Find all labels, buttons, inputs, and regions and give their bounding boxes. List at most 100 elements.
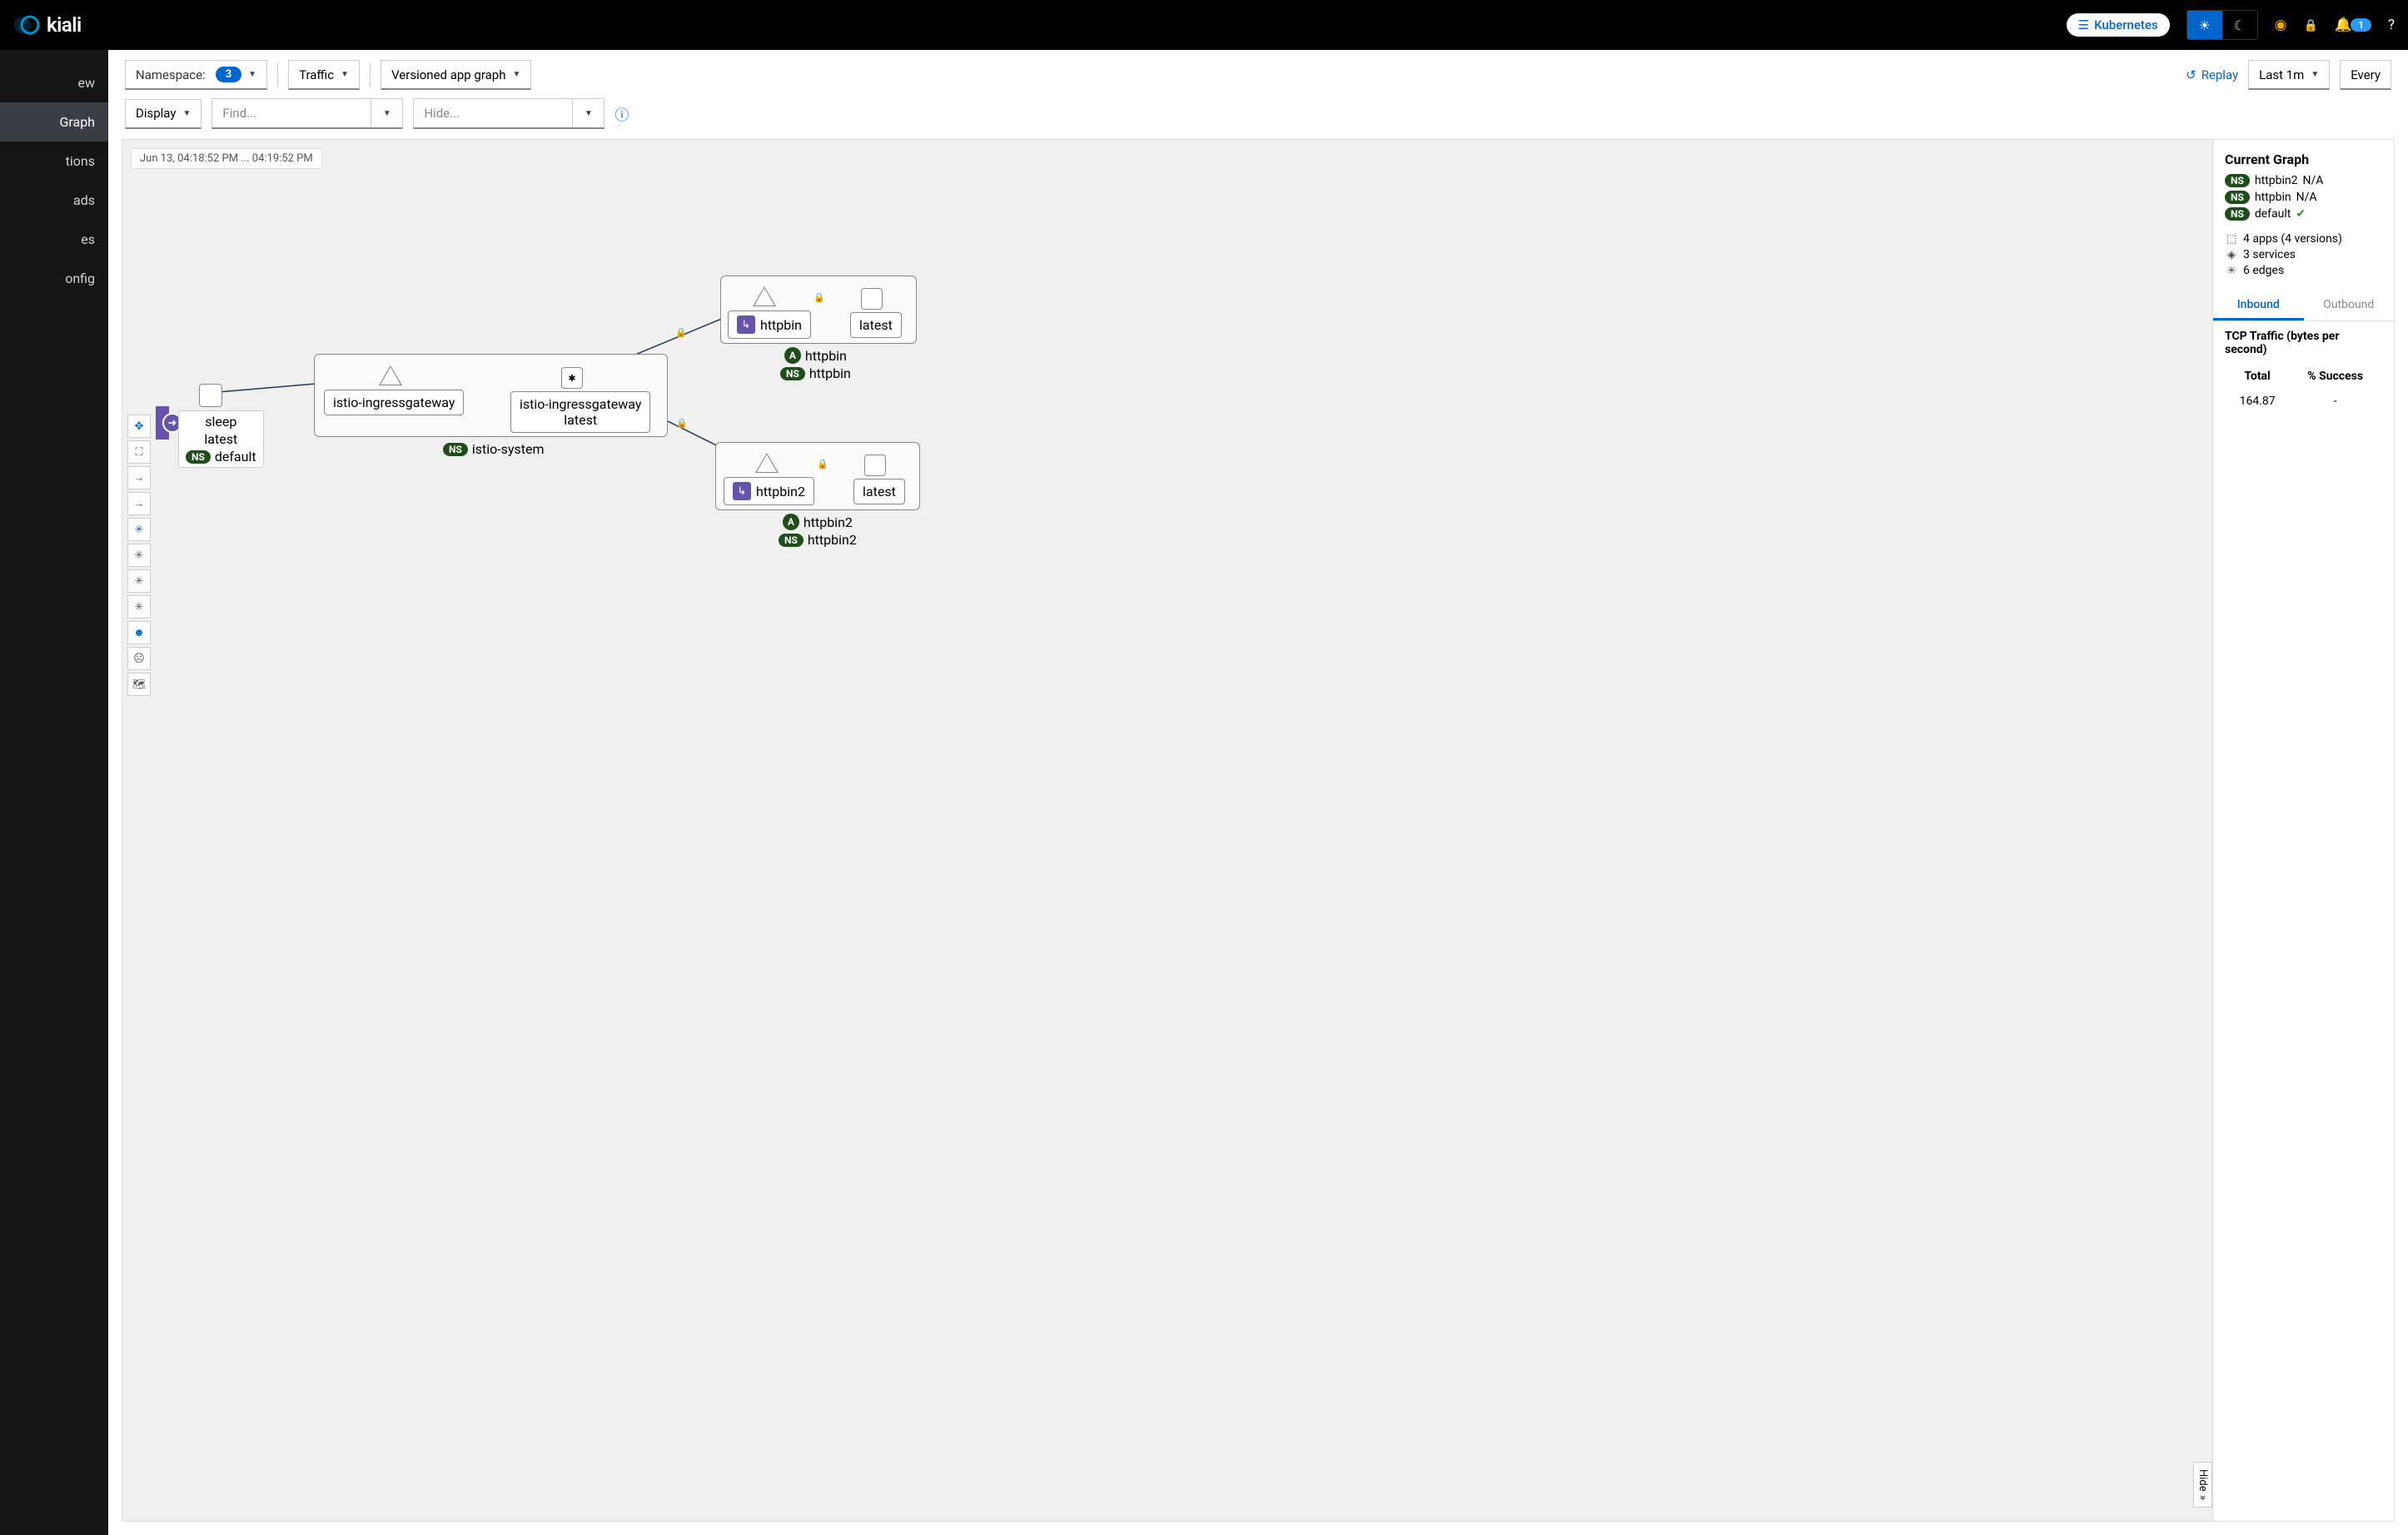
tab-outbound[interactable]: Outbound [2304,291,2395,320]
ns-name: httpbin2 [2255,174,2298,187]
sidebar-item-graph[interactable]: Graph [0,102,108,142]
cluster-selector[interactable]: ☰ Kubernetes [2067,13,2170,37]
arrow-right-button-2[interactable]: → [127,492,151,515]
hide-dropdown-button[interactable]: ▼ [572,99,604,127]
kiali-logo-icon [13,12,40,38]
sidebar-item-istio-config[interactable]: onfig [0,259,108,298]
group-httpbin-labels: Ahttpbin NShttpbin [780,347,851,381]
traffic-section-title: TCP Traffic (bytes per second) [2225,330,2382,356]
sidebar-item-overview[interactable]: ew [0,63,108,102]
edges-icon: ✳ [2225,265,2238,277]
replay-icon: ↺ [2186,67,2197,82]
virtualservice-icon: ↳ [733,482,751,500]
sidebar-item-applications[interactable]: tions [0,142,108,181]
traffic-dropdown[interactable]: Traffic ▼ [288,60,360,90]
graph-canvas[interactable]: Jun 13, 04:18:52 PM ... 04:19:52 PM [122,139,2213,1522]
ns-badge: NS [779,534,803,547]
refresh-dropdown[interactable]: Every [2340,60,2391,90]
node-igw-workload-name: istio-ingressgateway [520,396,641,412]
group-istio-system-text: istio-system [472,441,545,457]
ns-badge: NS [2225,174,2250,187]
chevron-down-icon: ▼ [513,70,521,79]
panel-hide-handle[interactable]: Hide » [2193,1462,2212,1508]
app-badge: A [783,514,799,530]
traffic-label: Traffic [299,67,334,82]
ns-badge: NS [780,367,805,380]
node-igw-workload-label: istio-ingressgateway latest [510,391,650,433]
ns-row: NS httpbin2 N/A [2225,174,2382,187]
theme-light-button[interactable]: ☀ [2187,11,2222,39]
node-igw-service-shape[interactable] [379,365,402,385]
display-label: Display [136,106,176,121]
time-range-dropdown[interactable]: Last 1m ▼ [2248,60,2330,90]
summary-panel: Current Graph NS httpbin2 N/A NS httpbin… [2213,139,2395,1522]
node-httpbin-svc-label: ↳ httpbin [728,310,811,339]
hide-handle-text: Hide [2197,1469,2209,1492]
toolbar-row-2: Display ▼ ▼ ▼ ⓘ [108,90,2408,139]
fit-button[interactable]: ⛶ [127,440,151,464]
chevron-down-icon: ▼ [248,70,256,79]
layout-2-button[interactable]: ✳ [127,544,151,567]
mtls-lock-icon: 🔒 [675,327,687,338]
ns-badge: NS [2225,207,2250,221]
httpbin2-app: httpbin2 [803,514,853,530]
httpbin-ns: httpbin [809,365,851,381]
replay-button[interactable]: ↺ Replay [2186,67,2238,82]
arrow-right-button[interactable]: → [127,466,151,489]
legend-button[interactable]: 🗺 [127,673,151,696]
sidebar: ew Graph tions ads es onfig [0,50,108,1535]
find-input[interactable] [212,99,371,127]
lock-icon[interactable]: 🔒 [2303,17,2317,33]
tab-inbound[interactable]: Inbound [2213,291,2304,320]
ns-badge: NS [2225,191,2250,204]
find-dropdown-button[interactable]: ▼ [371,99,402,127]
sidebar-item-workloads[interactable]: ads [0,181,108,220]
notifications[interactable]: 🔔 1 [2335,17,2371,33]
toolbar-row-1: Namespace: 3 ▼ Traffic ▼ Versioned app g… [108,50,2408,90]
reaction-2-button[interactable]: ☹ [127,647,151,670]
node-httpbin2-svc-shape[interactable] [755,453,779,473]
httpbin-app: httpbin [805,348,847,364]
find-input-group: ▼ [211,98,403,129]
namespace-dropdown[interactable]: Namespace: 3 ▼ [125,60,267,90]
node-igw-workload-shape[interactable]: ✱ [561,367,583,389]
brand-logo: kiali [13,12,82,38]
drag-mode-button[interactable]: ✥ [127,415,151,438]
services-icon: ◈ [2225,249,2238,261]
bell-icon: 🔔 [2335,17,2352,33]
header-bar: kiali ☰ Kubernetes ☀ ☾ ◉ 🔒 🔔 1 ? [0,0,2408,50]
node-httpbin2-svc-text: httpbin2 [756,484,805,499]
node-httpbin-svc-shape[interactable] [753,286,776,306]
replay-label: Replay [2202,67,2238,82]
node-sleep-ns: default [215,449,256,464]
node-httpbin2-wl-shape[interactable] [864,455,886,476]
header-actions: ☰ Kubernetes ☀ ☾ ◉ 🔒 🔔 1 ? [2067,10,2395,40]
sidebar-item-services[interactable]: es [0,220,108,259]
hide-input[interactable] [414,99,572,127]
refresh-label: Every [2351,67,2381,82]
help-info-icon[interactable]: ⓘ [614,103,629,124]
node-httpbin2-wl-ver: latest [863,484,896,499]
node-httpbin-wl-shape[interactable] [861,288,883,310]
layout-1-button[interactable]: ✳ [127,518,151,541]
node-sleep-version: latest [204,431,237,447]
node-igw-workload-ver: latest [564,412,597,428]
ns-name: default [2255,207,2291,221]
theme-dark-button[interactable]: ☾ [2222,11,2257,39]
node-httpbin-wl-ver: latest [859,317,893,333]
node-httpbin-svc-text: httpbin [760,317,802,333]
table-row: 164.87 - [2226,390,2381,413]
help-icon[interactable]: ? [2388,17,2395,33]
reaction-1-button[interactable]: ☻ [127,621,151,644]
status-icon[interactable]: ◉ [2275,17,2287,33]
mtls-lock-icon: 🔒 [813,292,825,303]
display-dropdown[interactable]: Display ▼ [125,99,201,129]
mtls-lock-icon: 🔒 [676,418,688,429]
val-total: 164.87 [2226,390,2288,413]
node-httpbin2-svc-label: ↳ httpbin2 [724,477,814,505]
node-sleep-shape[interactable] [199,384,222,407]
graph-type-dropdown[interactable]: Versioned app graph ▼ [381,60,531,90]
divider [277,62,278,87]
layout-4-button[interactable]: ✳ [127,595,151,618]
layout-3-button[interactable]: ✳ [127,569,151,593]
